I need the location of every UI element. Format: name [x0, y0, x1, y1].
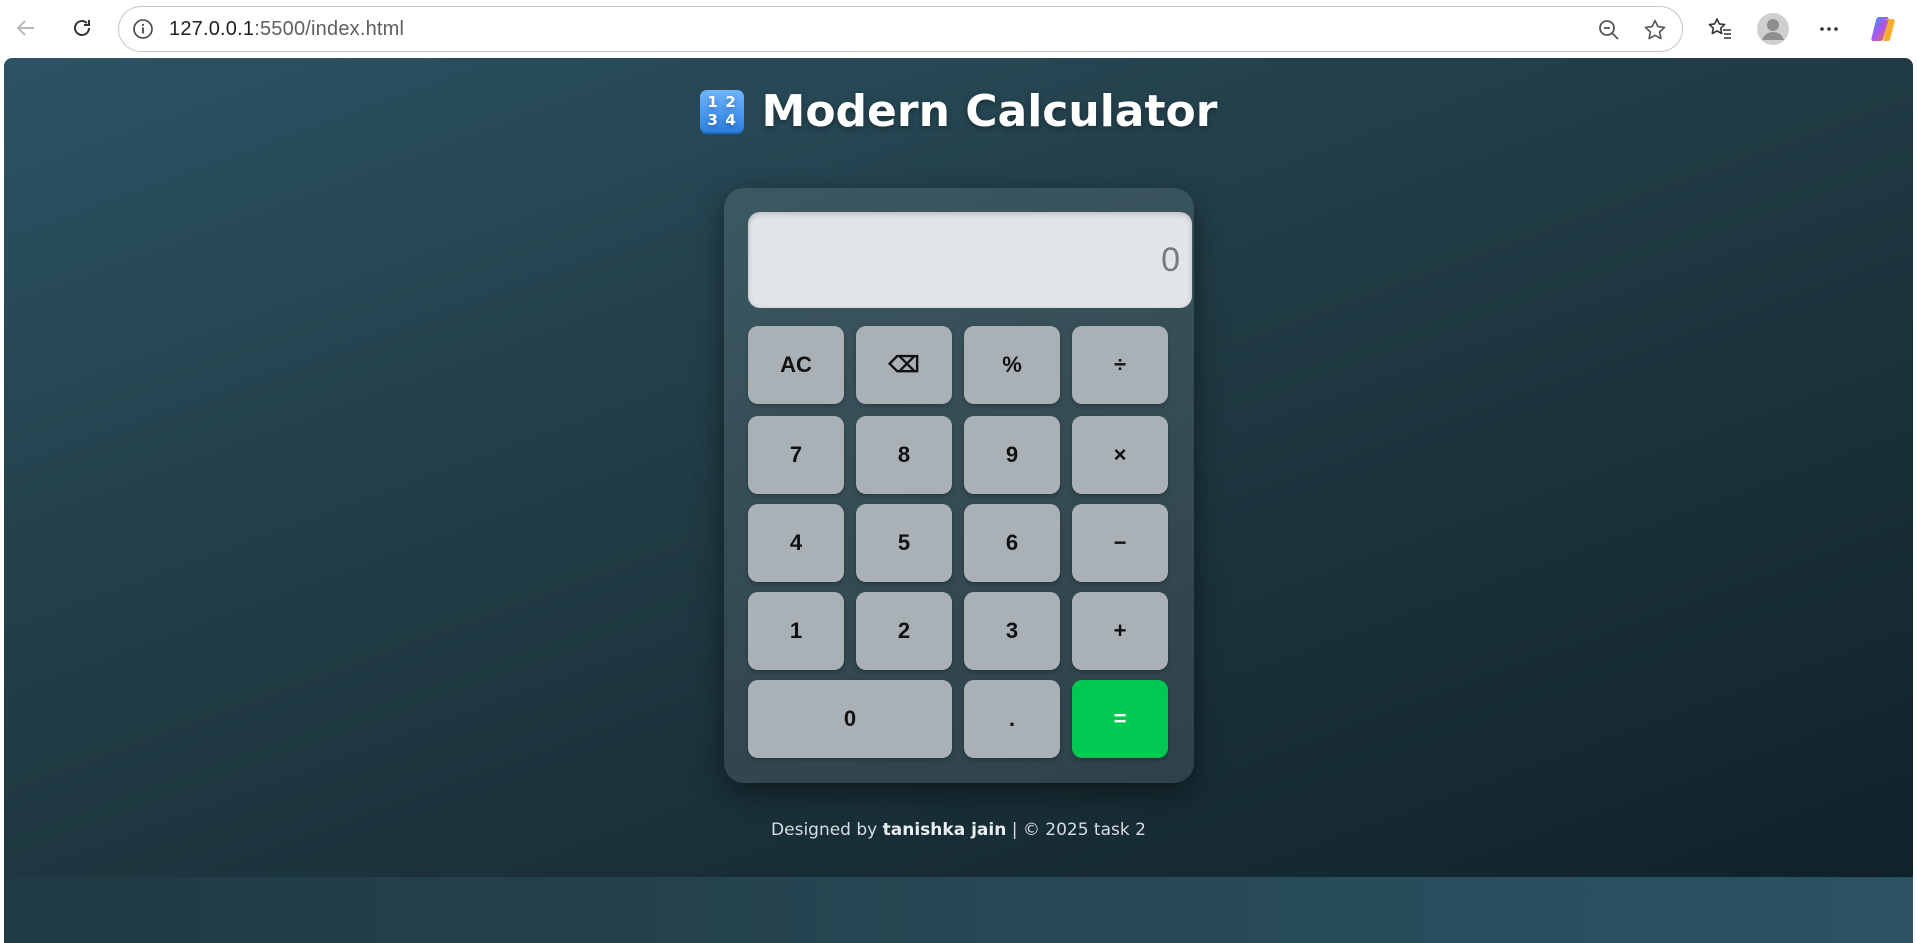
- profile-avatar-icon[interactable]: [1754, 10, 1792, 48]
- digit-4-button[interactable]: 4: [748, 504, 844, 582]
- emoji-digit: 4: [725, 111, 736, 129]
- url-path: :5500/index.html: [254, 17, 405, 40]
- digit-6-button[interactable]: 6: [964, 504, 1060, 582]
- emoji-digit: 3: [707, 111, 718, 129]
- decimal-button[interactable]: .: [964, 680, 1060, 758]
- favorites-icon[interactable]: [1701, 10, 1739, 48]
- site-info-icon[interactable]: [131, 17, 155, 41]
- more-options-icon[interactable]: [1810, 10, 1848, 48]
- page-viewport: 1 2 3 4 Modern Calculator 0 AC ⌫ % ÷ 7 8…: [4, 58, 1913, 943]
- emoji-digit: 2: [725, 93, 736, 111]
- subtract-button[interactable]: −: [1072, 504, 1168, 582]
- footer-suffix: | © 2025 task 2: [1011, 820, 1146, 840]
- add-button[interactable]: +: [1072, 592, 1168, 670]
- calculator-display[interactable]: 0: [748, 212, 1192, 308]
- digit-0-button[interactable]: 0: [748, 680, 952, 758]
- page-title: 1 2 3 4 Modern Calculator: [4, 86, 1913, 137]
- page-bottom-band: [4, 877, 1913, 943]
- reload-button[interactable]: [64, 10, 100, 46]
- address-bar[interactable]: 127.0.0.1:5500/index.html: [118, 6, 1683, 52]
- digit-5-button[interactable]: 5: [856, 504, 952, 582]
- footer-prefix: Designed by: [771, 820, 878, 840]
- page-title-text: Modern Calculator: [761, 86, 1218, 137]
- back-button[interactable]: [8, 10, 44, 46]
- clear-button[interactable]: AC: [748, 326, 844, 404]
- copilot-icon[interactable]: [1864, 10, 1902, 48]
- percent-button[interactable]: %: [964, 326, 1060, 404]
- calculator: 0 AC ⌫ % ÷ 7 8 9 × 4 5 6 − 1 2 3 + 0 . =: [724, 188, 1194, 783]
- favorite-star-icon[interactable]: [1642, 17, 1668, 43]
- multiply-button[interactable]: ×: [1072, 416, 1168, 494]
- emoji-digit: 1: [707, 93, 718, 111]
- equals-button[interactable]: =: [1072, 680, 1168, 758]
- digit-7-button[interactable]: 7: [748, 416, 844, 494]
- digit-8-button[interactable]: 8: [856, 416, 952, 494]
- digit-2-button[interactable]: 2: [856, 592, 952, 670]
- zoom-out-icon[interactable]: [1596, 17, 1622, 43]
- url-text[interactable]: 127.0.0.1:5500/index.html: [169, 18, 404, 41]
- numbers-emoji-icon: 1 2 3 4: [699, 89, 744, 134]
- reload-icon: [74, 20, 90, 36]
- browser-toolbar: 127.0.0.1:5500/index.html: [0, 0, 1917, 58]
- back-arrow-icon: [16, 20, 34, 36]
- footer-credit: Designed by tanishka jain | © 2025 task …: [4, 820, 1913, 840]
- url-host: 127.0.0.1: [169, 17, 255, 40]
- divide-button[interactable]: ÷: [1072, 326, 1168, 404]
- digit-3-button[interactable]: 3: [964, 592, 1060, 670]
- backspace-button[interactable]: ⌫: [856, 326, 952, 404]
- footer-author: tanishka jain: [882, 820, 1007, 840]
- digit-9-button[interactable]: 9: [964, 416, 1060, 494]
- digit-1-button[interactable]: 1: [748, 592, 844, 670]
